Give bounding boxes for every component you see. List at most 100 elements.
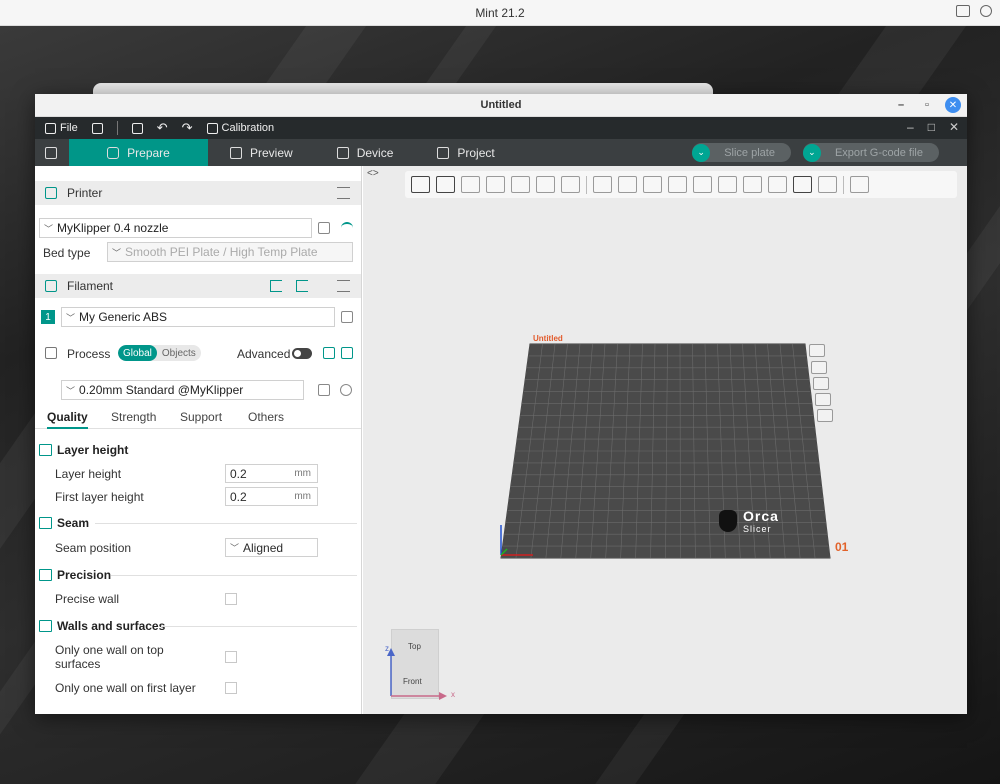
menu-divider — [116, 121, 118, 135]
undo-button[interactable]: ↶ — [157, 120, 168, 136]
printer-settings-icon[interactable] — [337, 187, 350, 199]
calibration-menu[interactable]: Calibration — [206, 122, 274, 134]
process-tabs: Quality Strength Support Others — [35, 407, 361, 429]
global-option[interactable]: Global — [118, 345, 157, 361]
filament-preset-value: My Generic ABS — [79, 310, 168, 324]
objects-option[interactable]: Objects — [157, 345, 201, 361]
filament-preset-select[interactable]: ﹀ My Generic ABS — [61, 307, 335, 327]
cube-icon — [107, 146, 120, 159]
one-wall-first-label: Only one wall on first layer — [55, 681, 196, 695]
first-layer-height-input[interactable]: 0.2 mm — [225, 487, 318, 506]
save-preset-icon[interactable] — [318, 384, 330, 396]
bed-type-select[interactable]: ﹀ Smooth PEI Plate / High Temp Plate — [107, 242, 353, 262]
logo-text-slicer: Slicer — [743, 524, 772, 534]
tab-project[interactable]: Project — [415, 139, 516, 166]
precision-divider — [111, 575, 357, 576]
settings-icon[interactable] — [980, 5, 992, 17]
window-title: Untitled — [480, 99, 522, 111]
main-tab-bar: Prepare Preview Device Project ⌄ Slice pl… — [35, 139, 967, 166]
walls-icon — [39, 620, 52, 632]
file-menu-label: File — [60, 122, 78, 134]
plate-lock-icon[interactable] — [815, 393, 831, 406]
tab-quality[interactable]: Quality — [47, 410, 88, 429]
tab-others[interactable]: Others — [248, 410, 284, 424]
chevron-down-icon: ﹀ — [112, 247, 122, 258]
keyboard-icon[interactable] — [956, 5, 970, 17]
precise-wall-checkbox[interactable] — [225, 593, 237, 605]
global-objects-toggle[interactable]: Global Objects — [118, 345, 201, 361]
advanced-switch[interactable] — [292, 348, 312, 359]
seam-position-label: Seam position — [55, 541, 132, 555]
plate-axes — [500, 525, 533, 556]
home-icon — [45, 146, 57, 159]
3d-viewport[interactable]: <> Untitled Orca Slicer 01 Top Front z x — [363, 166, 967, 714]
file-menu[interactable]: File — [45, 122, 78, 134]
plate-orient-icon[interactable] — [811, 361, 827, 374]
tab-device[interactable]: Device — [315, 139, 416, 166]
home-tab[interactable] — [35, 139, 69, 166]
app-minimize-button[interactable]: – — [907, 120, 914, 134]
process-preset-value: 0.20mm Standard @MyKlipper — [79, 383, 244, 397]
add-filament-icon[interactable] — [270, 280, 282, 292]
walls-surfaces-group: Walls and surfaces — [39, 619, 165, 633]
layer-height-label: Layer height — [55, 467, 122, 481]
export-dropdown-icon[interactable]: ⌄ — [802, 143, 821, 162]
first-layer-height-value: 0.2 — [230, 489, 247, 504]
process-notes-icon[interactable] — [323, 347, 335, 359]
window-titlebar[interactable]: Untitled – ▫ ✕ — [35, 94, 967, 117]
maximize-button[interactable]: ▫ — [919, 97, 935, 113]
slice-plate-button[interactable]: ⌄ Slice plate — [692, 143, 791, 162]
tab-prepare[interactable]: Prepare — [69, 139, 208, 166]
precision-icon — [39, 569, 52, 581]
printer-section-header: Printer — [35, 181, 361, 205]
remove-filament-icon[interactable] — [296, 280, 308, 292]
build-plate[interactable] — [363, 166, 967, 714]
layers-icon — [230, 146, 242, 159]
edit-printer-icon[interactable] — [318, 222, 330, 234]
search-icon[interactable] — [340, 384, 352, 396]
layer-height-icon — [39, 444, 52, 456]
printer-preset-value: MyKlipper 0.4 nozzle — [57, 221, 169, 235]
layer-height-unit: mm — [294, 468, 311, 479]
calibration-icon — [206, 122, 218, 134]
process-preset-select[interactable]: ﹀ 0.20mm Standard @MyKlipper — [61, 380, 304, 400]
app-maximize-button[interactable]: □ — [928, 120, 935, 134]
filament-settings-icon[interactable] — [337, 280, 350, 292]
plate-name[interactable]: Untitled — [533, 334, 563, 343]
tab-strength[interactable]: Strength — [111, 410, 156, 424]
app-close-button[interactable]: ✕ — [949, 120, 959, 134]
tab-preview[interactable]: Preview — [208, 139, 315, 166]
printer-preset-select[interactable]: ﹀ MyKlipper 0.4 nozzle — [39, 218, 312, 238]
minimize-button[interactable]: – — [893, 97, 909, 113]
layer-height-input[interactable]: 0.2 mm — [225, 464, 318, 483]
close-button[interactable]: ✕ — [945, 97, 961, 113]
seam-position-select[interactable]: ﹀ Aligned — [225, 538, 318, 557]
edit-filament-icon[interactable] — [341, 311, 353, 323]
logo-text-orca: Orca — [743, 508, 779, 524]
export-gcode-button[interactable]: ⌄ Export G-code file — [802, 143, 939, 162]
plate-arrange-icon[interactable] — [813, 377, 829, 390]
plate-close-icon[interactable] — [809, 344, 825, 357]
save-button[interactable] — [131, 122, 143, 134]
redo-button[interactable]: ↷ — [182, 120, 193, 136]
wifi-icon[interactable] — [341, 222, 353, 234]
chevron-down-icon: ﹀ — [44, 223, 54, 234]
process-icon — [45, 347, 57, 359]
tab-support[interactable]: Support — [180, 410, 222, 424]
process-compare-icon[interactable] — [341, 347, 353, 359]
plate-settings-icon[interactable] — [817, 409, 833, 422]
one-wall-first-checkbox[interactable] — [225, 682, 237, 694]
one-wall-top-checkbox[interactable] — [225, 651, 237, 663]
bed-type-value: Smooth PEI Plate / High Temp Plate — [125, 245, 318, 259]
chevron-down-icon: ﹀ — [66, 312, 76, 323]
slice-dropdown-icon[interactable]: ⌄ — [692, 143, 711, 162]
precise-wall-label: Precise wall — [55, 592, 120, 606]
orca-slicer-logo: Orca Slicer — [719, 508, 779, 534]
one-wall-top-label: Only one wall on top surfaces — [55, 643, 164, 671]
plate-number: 01 — [835, 540, 849, 554]
dashboard-button[interactable] — [91, 122, 103, 134]
layer-height-group: Layer height — [39, 443, 128, 457]
z-axis-label: z — [385, 644, 389, 653]
tab-project-label: Project — [457, 145, 495, 160]
filament-icon — [45, 280, 57, 292]
